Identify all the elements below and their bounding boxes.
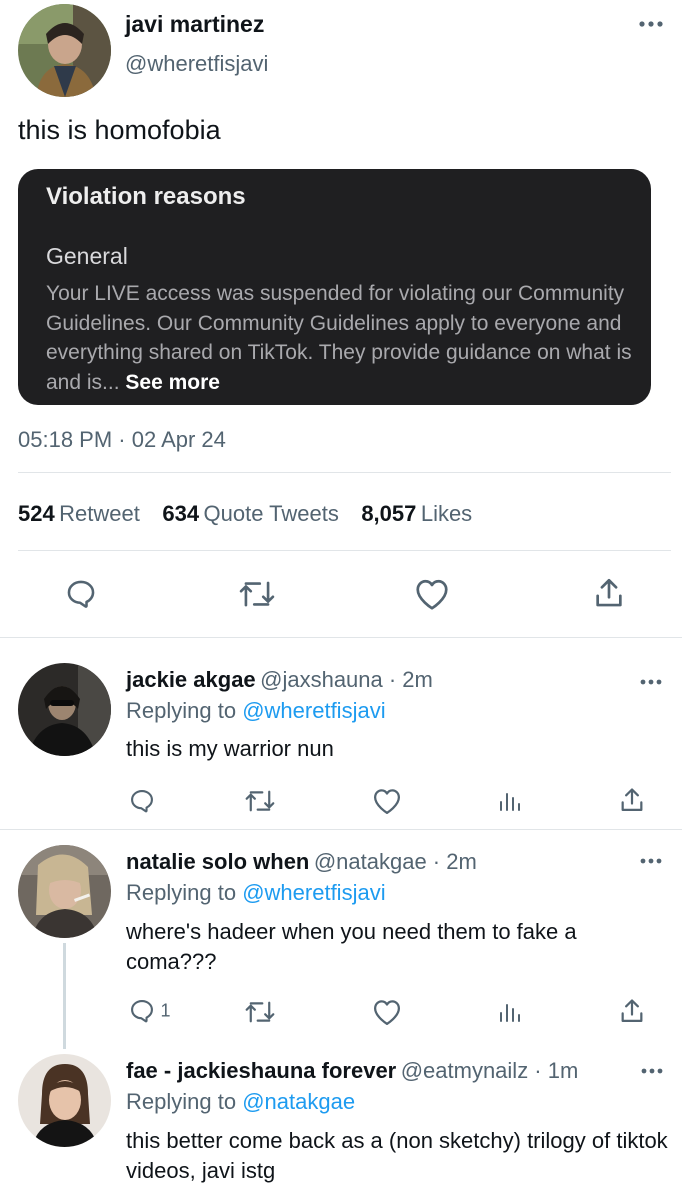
reply-author-handle[interactable]: @jaxshauna · 2m [260, 667, 433, 692]
views-icon[interactable] [497, 789, 521, 813]
more-options-icon[interactable] [640, 1067, 664, 1075]
reply-button[interactable]: 1 [128, 997, 170, 1025]
quotes-label: Quote Tweets [203, 501, 339, 526]
reply-icon[interactable] [64, 577, 98, 611]
replying-to-link[interactable]: @wheretfisjavi [242, 698, 385, 723]
more-options-icon[interactable] [639, 857, 663, 865]
more-options-icon[interactable] [638, 20, 664, 28]
likes-stat[interactable]: 8,057 Likes [361, 501, 472, 526]
divider [0, 829, 682, 830]
like-icon[interactable] [372, 998, 402, 1026]
share-icon[interactable] [619, 997, 645, 1025]
replying-prefix: Replying to [126, 880, 237, 905]
replying-to-link[interactable]: @wheretfisjavi [242, 880, 385, 905]
card-subtitle: General [46, 243, 128, 269]
reply-avatar[interactable] [18, 845, 111, 938]
reply-header: fae - jackieshauna forever @eatmynailz ·… [126, 1058, 578, 1084]
media-card[interactable]: Violation reasons General Your LIVE acce… [18, 169, 651, 405]
author-handle[interactable]: @wheretfisjavi [125, 51, 268, 77]
replying-to: Replying to @wheretfisjavi [126, 880, 386, 906]
reply-icon[interactable] [128, 787, 156, 815]
reply-author-handle[interactable]: @eatmynailz · 1m [401, 1058, 579, 1083]
reply-text: this is my warrior nun [126, 736, 334, 761]
like-icon[interactable] [414, 577, 450, 611]
share-icon[interactable] [593, 576, 625, 610]
divider [0, 637, 682, 638]
retweets-count: 524 [18, 501, 55, 526]
reply-header: jackie akgae @jaxshauna · 2m [126, 667, 433, 693]
reply-count: 1 [160, 1000, 171, 1021]
tweet-text: this is homofobia [18, 115, 221, 145]
divider [18, 472, 671, 473]
reply-author-name[interactable]: jackie akgae [126, 667, 256, 692]
divider [18, 550, 671, 551]
retweet-icon[interactable] [239, 578, 275, 610]
reply-text: this better come back as a (non sketchy)… [126, 1128, 668, 1183]
likes-count: 8,057 [361, 501, 417, 526]
thread-line [63, 943, 66, 1049]
reply-text: where's hadeer when you need them to fak… [126, 919, 577, 974]
author-name[interactable]: javi martinez [125, 11, 264, 38]
retweets-stat[interactable]: 524 Retweet [18, 501, 144, 526]
retweet-icon[interactable] [245, 788, 275, 814]
retweet-icon[interactable] [245, 999, 275, 1025]
retweets-label: Retweet [59, 501, 140, 526]
views-icon[interactable] [497, 1000, 521, 1024]
reply-avatar[interactable] [18, 1054, 111, 1147]
stats-row: 524 Retweet 634 Quote Tweets 8,057 Likes [18, 501, 472, 527]
author-avatar[interactable] [18, 4, 111, 97]
replying-to: Replying to @natakgae [126, 1089, 355, 1115]
tweet-timestamp[interactable]: 05:18 PM · 02 Apr 24 [18, 427, 226, 453]
replying-prefix: Replying to [126, 1089, 237, 1114]
card-body: Your LIVE access was suspended for viola… [46, 279, 646, 397]
reply-author-handle[interactable]: @natakgae · 2m [314, 849, 477, 874]
reply-icon [128, 997, 156, 1025]
reply-author-name[interactable]: fae - jackieshauna forever [126, 1058, 396, 1083]
quotes-stat[interactable]: 634 Quote Tweets [162, 501, 343, 526]
see-more-link[interactable]: See more [125, 371, 220, 394]
replying-to-link[interactable]: @natakgae [242, 1089, 355, 1114]
reply-avatar[interactable] [18, 663, 111, 756]
card-title: Violation reasons [46, 183, 246, 210]
replying-prefix: Replying to [126, 698, 237, 723]
reply-header: natalie solo when @natakgae · 2m [126, 849, 477, 875]
likes-label: Likes [420, 501, 473, 526]
reply-author-name[interactable]: natalie solo when [126, 849, 309, 874]
more-options-icon[interactable] [639, 678, 663, 686]
replying-to: Replying to @wheretfisjavi [126, 698, 386, 724]
share-icon[interactable] [619, 786, 645, 814]
like-icon[interactable] [372, 787, 402, 815]
quotes-count: 634 [162, 501, 200, 526]
